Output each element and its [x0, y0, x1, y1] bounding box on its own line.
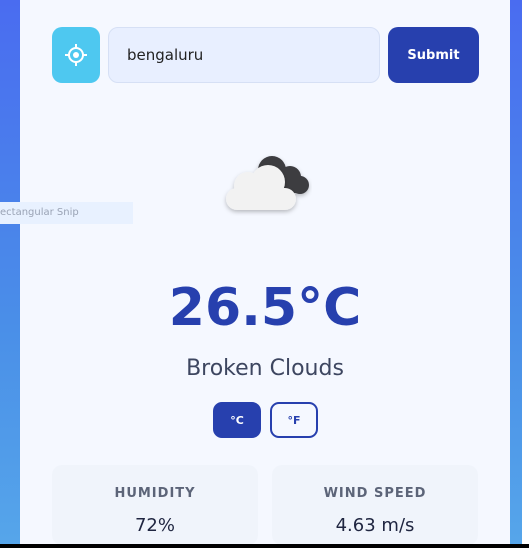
window-bottom-border	[0, 544, 529, 548]
window-edge	[522, 0, 529, 548]
fahrenheit-toggle[interactable]: °F	[270, 402, 318, 438]
celsius-toggle[interactable]: °C	[213, 402, 261, 438]
rectangular-snip-overlay[interactable]: ectangular Snip	[0, 202, 133, 224]
humidity-value: 72%	[134, 515, 175, 536]
humidity-label: HUMIDITY	[114, 486, 196, 501]
locate-button[interactable]	[52, 27, 100, 83]
temperature-value: 26.5°C	[168, 278, 362, 338]
wind-speed-value: 4.63 m/s	[335, 515, 415, 536]
city-search-input[interactable]	[108, 27, 380, 83]
wind-speed-label: WIND SPEED	[323, 486, 427, 501]
submit-button[interactable]: Submit	[388, 27, 479, 83]
broken-clouds-icon	[226, 156, 309, 210]
weather-description: Broken Clouds	[186, 356, 344, 381]
humidity-card: HUMIDITY 72%	[52, 465, 258, 545]
crosshair-icon	[65, 44, 87, 66]
wind-speed-card: WIND SPEED 4.63 m/s	[272, 465, 478, 545]
